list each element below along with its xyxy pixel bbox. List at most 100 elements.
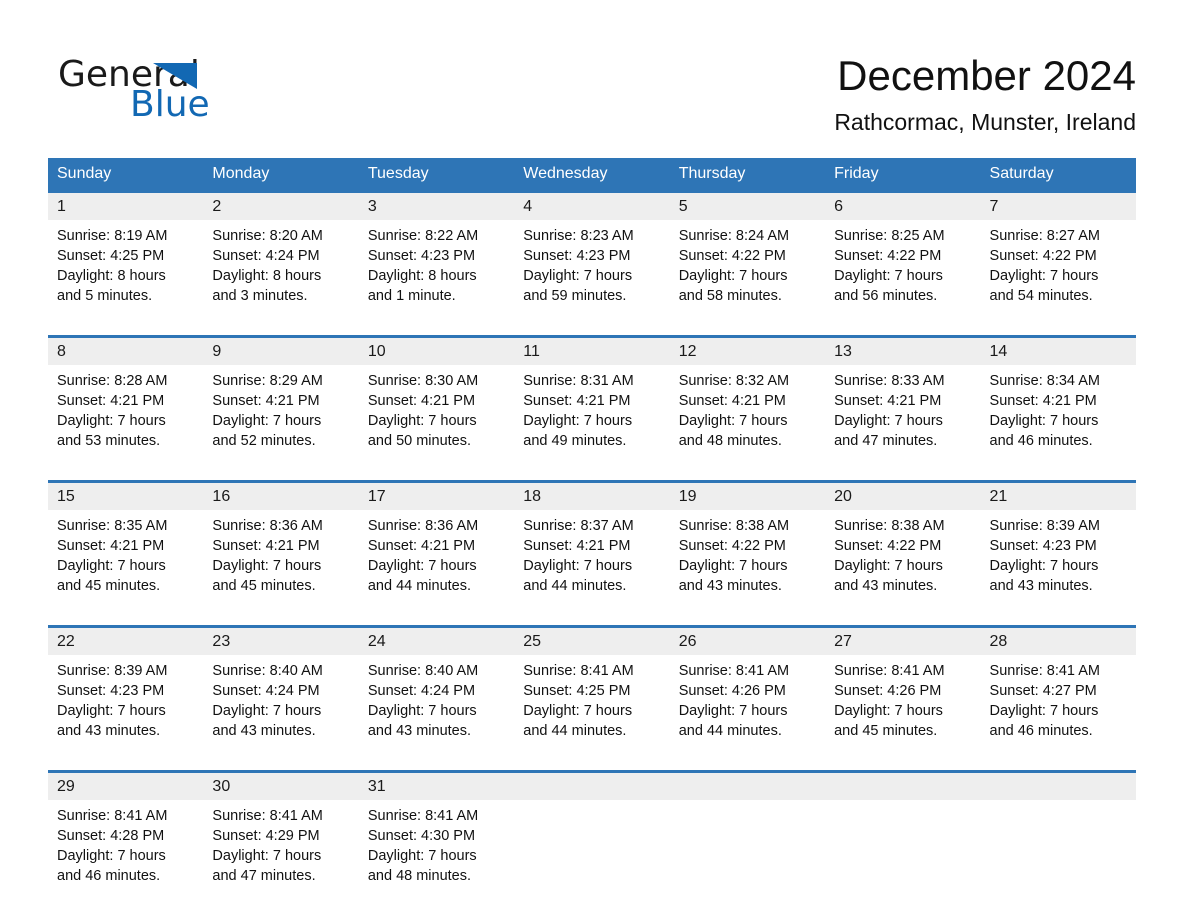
day-number-28[interactable]: 28 xyxy=(981,628,1136,655)
day-cell-24[interactable]: Sunrise: 8:40 AM Sunset: 4:24 PM Daylight:… xyxy=(359,655,514,759)
day-sunrise-text: Sunrise: 8:41 AM xyxy=(212,808,323,824)
week-spacer xyxy=(48,759,1136,770)
day-number-23[interactable]: 23 xyxy=(203,628,358,655)
day-number-19[interactable]: 19 xyxy=(670,483,825,510)
day-number-11[interactable]: 11 xyxy=(514,338,669,365)
day-daylight-2-text: and 43 minutes. xyxy=(678,578,782,594)
day-cell-17[interactable]: Sunrise: 8:36 AM Sunset: 4:21 PM Daylight:… xyxy=(359,510,514,614)
day-cell-21[interactable]: Sunrise: 8:39 AM Sunset: 4:23 PM Daylight:… xyxy=(981,510,1136,614)
day-cell-15[interactable]: Sunrise: 8:35 AM Sunset: 4:21 PM Daylight:… xyxy=(48,510,203,614)
week-spacer xyxy=(48,324,1136,335)
day-number-17[interactable]: 17 xyxy=(359,483,514,510)
day-sunset-text: Sunset: 4:26 PM xyxy=(834,683,942,699)
day-sunrise-text: Sunrise: 8:41 AM xyxy=(989,663,1100,679)
day-number-25[interactable]: 25 xyxy=(514,628,669,655)
day-sunrise-text: Sunrise: 8:41 AM xyxy=(57,808,168,824)
day-number-empty xyxy=(981,773,1136,800)
day-cell-18[interactable]: Sunrise: 8:37 AM Sunset: 4:21 PM Daylight:… xyxy=(514,510,669,614)
day-number-27[interactable]: 27 xyxy=(825,628,980,655)
day-cell-10[interactable]: Sunrise: 8:30 AM Sunset: 4:21 PM Daylight:… xyxy=(359,365,514,469)
day-sunrise-text: Sunrise: 8:36 AM xyxy=(367,518,479,534)
day-number-6[interactable]: 6 xyxy=(825,193,980,220)
day-number-8[interactable]: 8 xyxy=(48,338,203,365)
day-cell-3[interactable]: Sunrise: 8:22 AM Sunset: 4:23 PM Daylight:… xyxy=(359,220,514,324)
day-cell-4[interactable]: Sunrise: 8:23 AM Sunset: 4:23 PM Daylight:… xyxy=(514,220,669,324)
day-daylight-2-text: and 45 minutes. xyxy=(57,578,161,594)
day-cell-20[interactable]: Sunrise: 8:38 AM Sunset: 4:22 PM Daylight:… xyxy=(825,510,980,614)
day-number-13[interactable]: 13 xyxy=(825,338,980,365)
day-cell-5[interactable]: Sunrise: 8:24 AM Sunset: 4:22 PM Daylight:… xyxy=(670,220,825,324)
day-cell-14[interactable]: Sunrise: 8:34 AM Sunset: 4:21 PM Daylight:… xyxy=(981,365,1136,469)
day-daylight-1-text: Daylight: 7 hours xyxy=(523,703,633,719)
day-cell-2[interactable]: Sunrise: 8:20 AM Sunset: 4:24 PM Daylight:… xyxy=(203,220,358,324)
day-number-10[interactable]: 10 xyxy=(359,338,514,365)
day-cell-25[interactable]: Sunrise: 8:41 AM Sunset: 4:25 PM Daylight:… xyxy=(514,655,669,759)
weekday-header-wednesday: Wednesday xyxy=(523,165,608,182)
brand-logo[interactable]: General Blue xyxy=(58,55,318,125)
day-sunset-text: Sunset: 4:23 PM xyxy=(523,248,631,264)
day-cell-1[interactable]: Sunrise: 8:19 AM Sunset: 4:25 PM Daylight:… xyxy=(48,220,203,324)
day-cell-6[interactable]: Sunrise: 8:25 AM Sunset: 4:22 PM Daylight:… xyxy=(825,220,980,324)
day-daylight-2-text: and 43 minutes. xyxy=(834,578,938,594)
day-sunset-text: Sunset: 4:21 PM xyxy=(212,393,320,409)
day-cell-22[interactable]: Sunrise: 8:39 AM Sunset: 4:23 PM Daylight:… xyxy=(48,655,203,759)
day-number-15[interactable]: 15 xyxy=(48,483,203,510)
day-sunset-text: Sunset: 4:23 PM xyxy=(367,248,476,264)
day-number-29[interactable]: 29 xyxy=(48,773,203,800)
day-sunset-text: Sunset: 4:23 PM xyxy=(989,538,1097,554)
day-sunrise-text: Sunrise: 8:41 AM xyxy=(834,663,945,679)
day-cell-19[interactable]: Sunrise: 8:38 AM Sunset: 4:22 PM Daylight:… xyxy=(670,510,825,614)
day-number-4[interactable]: 4 xyxy=(514,193,669,220)
day-daylight-2-text: and 46 minutes. xyxy=(989,723,1093,739)
day-number-20[interactable]: 20 xyxy=(825,483,980,510)
day-cell-31[interactable]: Sunrise: 8:41 AM Sunset: 4:30 PM Daylight:… xyxy=(359,800,514,904)
day-cell-16[interactable]: Sunrise: 8:36 AM Sunset: 4:21 PM Daylight:… xyxy=(203,510,358,614)
day-number-24[interactable]: 24 xyxy=(359,628,514,655)
day-daylight-2-text: and 43 minutes. xyxy=(367,723,472,739)
day-cell-9[interactable]: Sunrise: 8:29 AM Sunset: 4:21 PM Daylight:… xyxy=(203,365,358,469)
day-number-2[interactable]: 2 xyxy=(203,193,358,220)
day-cell-27[interactable]: Sunrise: 8:41 AM Sunset: 4:26 PM Daylight:… xyxy=(825,655,980,759)
day-detail-row: Sunrise: 8:39 AM Sunset: 4:23 PM Daylight:… xyxy=(48,655,1136,759)
day-sunset-text: Sunset: 4:21 PM xyxy=(367,538,476,554)
week-spacer xyxy=(48,904,1136,915)
day-number-5[interactable]: 5 xyxy=(670,193,825,220)
day-daylight-1-text: Daylight: 7 hours xyxy=(367,848,477,864)
day-cell-30[interactable]: Sunrise: 8:41 AM Sunset: 4:29 PM Daylight:… xyxy=(203,800,358,904)
day-cell-11[interactable]: Sunrise: 8:31 AM Sunset: 4:21 PM Daylight:… xyxy=(514,365,669,469)
day-number-1[interactable]: 1 xyxy=(48,193,203,220)
day-sunset-text: Sunset: 4:22 PM xyxy=(834,248,942,264)
day-daylight-2-text: and 59 minutes. xyxy=(523,288,627,304)
day-number-21[interactable]: 21 xyxy=(981,483,1136,510)
day-cell-12[interactable]: Sunrise: 8:32 AM Sunset: 4:21 PM Daylight:… xyxy=(670,365,825,469)
day-number-14[interactable]: 14 xyxy=(981,338,1136,365)
day-cell-23[interactable]: Sunrise: 8:40 AM Sunset: 4:24 PM Daylight:… xyxy=(203,655,358,759)
day-sunrise-text: Sunrise: 8:28 AM xyxy=(57,373,168,389)
day-number-16[interactable]: 16 xyxy=(203,483,358,510)
day-number-18[interactable]: 18 xyxy=(514,483,669,510)
day-daylight-1-text: Daylight: 8 hours xyxy=(57,268,166,284)
day-number-26[interactable]: 26 xyxy=(670,628,825,655)
day-number-22[interactable]: 22 xyxy=(48,628,203,655)
day-number-12[interactable]: 12 xyxy=(670,338,825,365)
day-number-31[interactable]: 31 xyxy=(359,773,514,800)
day-number-3[interactable]: 3 xyxy=(359,193,514,220)
day-cell-29[interactable]: Sunrise: 8:41 AM Sunset: 4:28 PM Daylight:… xyxy=(48,800,203,904)
day-cell-13[interactable]: Sunrise: 8:33 AM Sunset: 4:21 PM Daylight:… xyxy=(825,365,980,469)
day-daylight-1-text: Daylight: 7 hours xyxy=(834,268,943,284)
day-daylight-1-text: Daylight: 7 hours xyxy=(212,703,322,719)
day-sunrise-text: Sunrise: 8:27 AM xyxy=(989,228,1100,244)
day-cell-7[interactable]: Sunrise: 8:27 AM Sunset: 4:22 PM Daylight:… xyxy=(981,220,1136,324)
day-number-9[interactable]: 9 xyxy=(203,338,358,365)
day-daylight-1-text: Daylight: 7 hours xyxy=(367,413,477,429)
day-number-empty xyxy=(514,773,669,800)
day-cell-8[interactable]: Sunrise: 8:28 AM Sunset: 4:21 PM Daylight:… xyxy=(48,365,203,469)
day-number-7[interactable]: 7 xyxy=(981,193,1136,220)
day-number-row: 22 23 24 25 26 27 28 xyxy=(48,628,1136,655)
day-sunset-text: Sunset: 4:22 PM xyxy=(678,538,786,554)
day-sunrise-text: Sunrise: 8:39 AM xyxy=(57,663,168,679)
day-cell-28[interactable]: Sunrise: 8:41 AM Sunset: 4:27 PM Daylight:… xyxy=(981,655,1136,759)
day-daylight-1-text: Daylight: 7 hours xyxy=(212,558,322,574)
day-cell-26[interactable]: Sunrise: 8:41 AM Sunset: 4:26 PM Daylight:… xyxy=(670,655,825,759)
day-number-30[interactable]: 30 xyxy=(203,773,358,800)
